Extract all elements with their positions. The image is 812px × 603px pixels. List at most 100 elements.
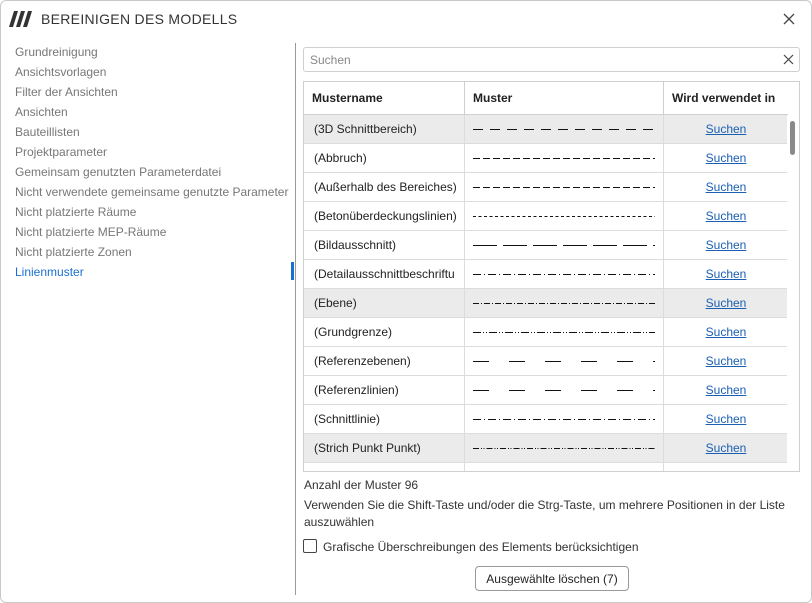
pattern-preview-cell	[465, 260, 664, 288]
find-usage-link[interactable]: Suchen	[706, 441, 747, 455]
find-usage-link[interactable]: Suchen	[706, 122, 747, 136]
pattern-preview-cell	[465, 115, 664, 143]
find-usage-link[interactable]: Suchen	[706, 238, 747, 252]
table-row[interactable]: (Außerhalb des Bereiches) Suchen	[304, 173, 788, 202]
delete-selected-button[interactable]: Ausgewählte löschen (7)	[475, 566, 629, 591]
sidebar-item[interactable]: Ansichtsvorlagen	[15, 62, 106, 82]
pattern-name-cell: (Bildausschnitt)	[304, 231, 465, 259]
close-icon[interactable]	[779, 9, 799, 29]
used-in-cell: Suchen	[664, 347, 788, 375]
sidebar-item[interactable]: Nicht platzierte Zonen	[15, 242, 132, 262]
used-in-cell: Suchen	[664, 173, 788, 201]
pattern-preview-cell	[465, 434, 664, 462]
line-pattern-preview	[473, 448, 655, 449]
table-row[interactable]: (Referenzlinien) Suchen	[304, 376, 788, 405]
find-usage-link[interactable]: Suchen	[706, 296, 747, 310]
table-row[interactable]: (Detailausschnittbeschriftu Suchen	[304, 260, 788, 289]
sidebar-item[interactable]: Filter der Ansichten	[15, 82, 118, 102]
table-row[interactable]: (Bildausschnitt) Suchen	[304, 231, 788, 260]
line-pattern-table: Mustername Muster Wird verwendet in (3D …	[303, 81, 800, 472]
dialog-title: BEREINIGEN DES MODELLS	[41, 11, 238, 27]
line-pattern-preview	[473, 332, 655, 333]
line-pattern-preview	[473, 245, 655, 246]
pattern-name-cell: (Detailausschnittbeschriftu	[304, 260, 465, 288]
find-usage-link[interactable]: Suchen	[706, 209, 747, 223]
pattern-preview-cell	[465, 376, 664, 404]
find-usage-link[interactable]: Suchen	[706, 354, 747, 368]
sidebar-item[interactable]: Nicht platzierte MEP-Räume	[15, 222, 166, 242]
pattern-count: Anzahl der Muster 96	[304, 478, 419, 492]
line-pattern-preview	[473, 419, 655, 420]
active-nav-indicator	[291, 262, 294, 280]
find-usage-link[interactable]: Suchen	[706, 325, 747, 339]
sidebar-item[interactable]: Nicht platzierte Räume	[15, 202, 136, 222]
sidebar-item[interactable]: Projektparameter	[15, 142, 107, 162]
search-box	[303, 47, 800, 72]
pattern-name-cell: (Referenzlinien)	[304, 376, 465, 404]
table-row[interactable]: (Abbruch) Suchen	[304, 144, 788, 173]
table-row[interactable]: (Grundgrenze) Suchen	[304, 318, 788, 347]
search-input[interactable]	[310, 51, 770, 69]
find-usage-link[interactable]: Suchen	[706, 180, 747, 194]
table-row[interactable]: (3D Schnittbereich) Suchen	[304, 115, 788, 144]
find-usage-link[interactable]: Suchen	[706, 383, 747, 397]
sidebar-item[interactable]: Ansichten	[15, 102, 68, 122]
pattern-name-cell: (Strich Punkt Punkt)	[304, 434, 465, 462]
sidebar-item[interactable]: Nicht verwendete gemeinsame genutzte Par…	[15, 182, 288, 202]
column-header-used-in[interactable]: Wird verwendet in	[664, 82, 788, 115]
table-row[interactable]: (Referenzebenen) Suchen	[304, 347, 788, 376]
category-sidebar: Grundreinigung Ansichtsvorlagen Filter der…	[1, 41, 295, 601]
find-usage-link[interactable]: Suchen	[706, 151, 747, 165]
table-row[interactable]: (Schnittlinie) Suchen	[304, 405, 788, 434]
sidebar-item[interactable]: Bauteillisten	[15, 122, 80, 142]
pattern-name-cell: (Außerhalb des Bereiches)	[304, 173, 465, 201]
pattern-preview-cell	[465, 202, 664, 230]
used-in-cell: Suchen	[664, 376, 788, 404]
pattern-name-cell: (3D Schnittbereich)	[304, 115, 465, 143]
pattern-preview-cell	[465, 318, 664, 346]
column-header-pattern[interactable]: Muster	[465, 82, 664, 115]
pattern-preview-cell	[465, 289, 664, 317]
table-row[interactable]	[304, 463, 788, 471]
pattern-preview-cell	[465, 463, 664, 471]
sidebar-item[interactable]: Gemeinsam genutzten Parameterdatei	[15, 162, 221, 182]
graphic-overrides-checkbox[interactable]	[303, 539, 317, 553]
clear-search-icon[interactable]	[782, 53, 795, 66]
line-pattern-preview	[473, 216, 655, 217]
table-scrollbar[interactable]	[787, 115, 799, 471]
title-bar: BEREINIGEN DES MODELLS	[1, 1, 811, 37]
used-in-cell: Suchen	[664, 434, 788, 462]
find-usage-link[interactable]: Suchen	[706, 267, 747, 281]
pattern-name-cell: (Schnittlinie)	[304, 405, 465, 433]
table-body: (3D Schnittbereich) Suchen (Abbruch) Suchen…	[304, 115, 788, 471]
pattern-name-cell: (Referenzebenen)	[304, 347, 465, 375]
scrollbar-thumb[interactable]	[790, 121, 795, 155]
sidebar-item[interactable]: Grundreinigung	[15, 42, 98, 62]
used-in-cell: Suchen	[664, 144, 788, 172]
table-row[interactable]: (Strich Punkt Punkt) Suchen	[304, 434, 788, 463]
used-in-cell: Suchen	[664, 405, 788, 433]
line-pattern-preview	[473, 158, 655, 159]
pattern-preview-cell	[465, 347, 664, 375]
table-row[interactable]: (Ebene) Suchen	[304, 289, 788, 318]
pattern-name-cell	[304, 463, 465, 471]
line-pattern-preview	[473, 187, 655, 188]
table-row[interactable]: (Betonüberdeckungslinien) Suchen	[304, 202, 788, 231]
pattern-name-cell: (Betonüberdeckungslinien)	[304, 202, 465, 230]
app-logo-icon	[9, 11, 32, 27]
pattern-preview-cell	[465, 173, 664, 201]
used-in-cell: Suchen	[664, 115, 788, 143]
used-in-cell: Suchen	[664, 202, 788, 230]
find-usage-link[interactable]: Suchen	[706, 412, 747, 426]
purge-model-dialog: BEREINIGEN DES MODELLS Grundreinigung Ans…	[0, 0, 812, 603]
selection-hint: Verwenden Sie die Shift-Taste und/oder d…	[304, 498, 785, 529]
pattern-preview-cell	[465, 231, 664, 259]
graphic-overrides-label[interactable]: Grafische Überschreibungen des Elements …	[323, 540, 639, 554]
sidebar-item[interactable]: Linienmuster	[15, 262, 84, 282]
column-header-pattern-name[interactable]: Mustername	[304, 82, 465, 115]
pane-divider	[295, 43, 296, 595]
used-in-cell: Suchen	[664, 289, 788, 317]
line-pattern-preview	[473, 129, 655, 130]
pattern-name-cell: (Grundgrenze)	[304, 318, 465, 346]
pattern-name-cell: (Ebene)	[304, 289, 465, 317]
